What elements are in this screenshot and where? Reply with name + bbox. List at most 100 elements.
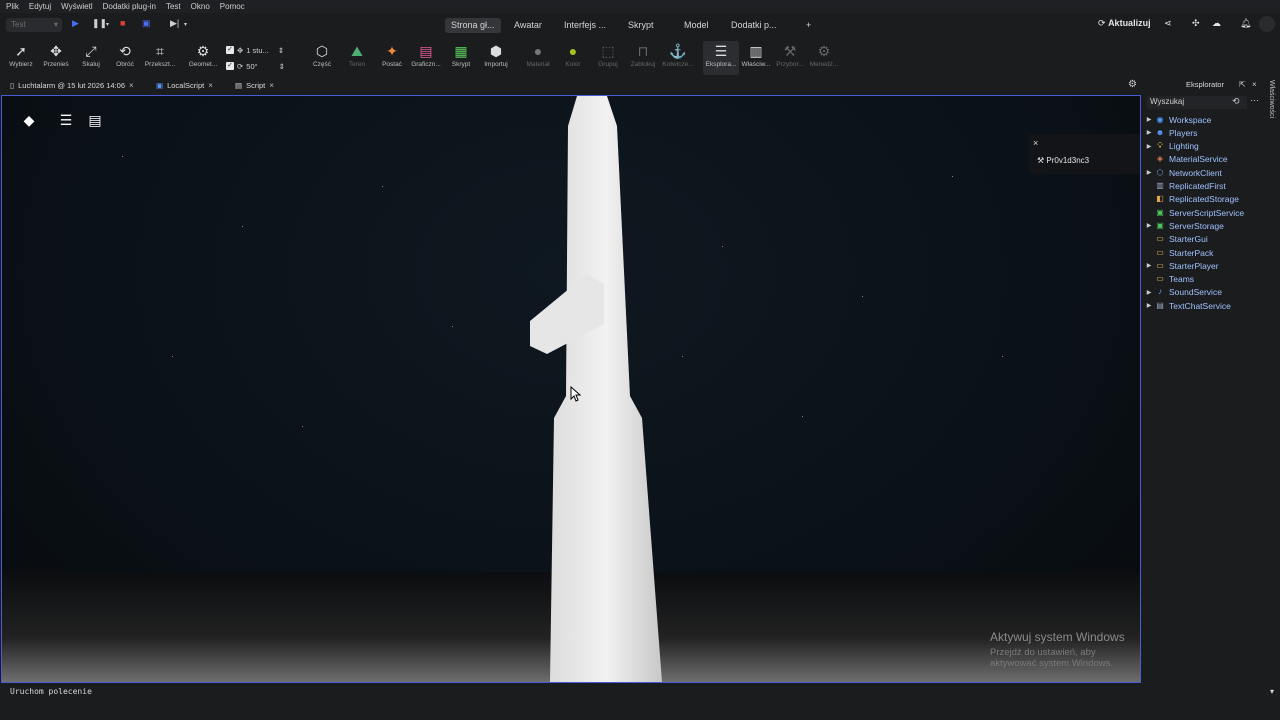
- collaborate-icon[interactable]: ✣: [1192, 18, 1200, 29]
- import-button[interactable]: ⬢ Importuj: [478, 41, 514, 75]
- close-icon[interactable]: ×: [269, 81, 274, 90]
- explorer-item[interactable]: ▶ 💡︎ Lighting: [1144, 140, 1266, 153]
- explorer-item[interactable]: ▭ StarterGui: [1144, 233, 1266, 246]
- menu-view[interactable]: Wyświetl: [61, 2, 92, 11]
- chevron-right-icon[interactable]: ▶: [1144, 143, 1154, 150]
- pause-icon[interactable]: ❚❚: [92, 18, 107, 29]
- snap-rotate-setting[interactable]: ✓ ⟳ 50° ⇕: [226, 60, 285, 72]
- menu-test[interactable]: Test: [166, 2, 181, 11]
- explorer-item[interactable]: ▶ ♪ SoundService: [1144, 286, 1266, 299]
- stop-icon[interactable]: ■: [120, 18, 125, 28]
- transform-icon: ⌗: [156, 43, 164, 59]
- command-bar[interactable]: Uruchom polecenie ▾: [0, 684, 1280, 698]
- asset-manager-button[interactable]: ⚙ Menedż...: [806, 41, 842, 75]
- step-icon[interactable]: ▶|: [170, 18, 179, 29]
- chevron-down-icon[interactable]: ▾: [184, 21, 187, 28]
- explorer-item[interactable]: ▭ Teams: [1144, 273, 1266, 286]
- tab-model[interactable]: Model: [678, 18, 715, 33]
- chevron-right-icon[interactable]: ▶: [1144, 222, 1154, 229]
- explorer-item[interactable]: ▶ ⬡ NetworkClient: [1144, 166, 1266, 179]
- chevron-right-icon[interactable]: ▶: [1144, 289, 1154, 296]
- chat-icon[interactable]: ▤: [84, 110, 106, 130]
- chevron-right-icon[interactable]: ▶: [1144, 169, 1154, 176]
- snap-move-setting[interactable]: ✓ ✥ 1 stu... ⇕: [226, 44, 284, 56]
- explorer-item[interactable]: ▶ ☻ Players: [1144, 126, 1266, 139]
- menu-help[interactable]: Pomoc: [220, 2, 245, 11]
- lock-button[interactable]: ⊓ Zablokuj: [625, 41, 661, 75]
- explorer-item[interactable]: ▶ ▤ TextChatService: [1144, 299, 1266, 312]
- tab-plugins[interactable]: Dodatki p...: [725, 18, 783, 33]
- close-icon[interactable]: ×: [1252, 78, 1257, 92]
- more-icon[interactable]: ⋯: [1250, 95, 1259, 106]
- explorer-item[interactable]: ▥ ReplicatedFirst: [1144, 180, 1266, 193]
- chevron-down-icon[interactable]: ▾: [1270, 687, 1274, 696]
- chevron-right-icon[interactable]: ▶: [1144, 129, 1154, 136]
- snap-move-checkbox[interactable]: ✓: [226, 46, 234, 54]
- scale-tool-button[interactable]: ⤢ Skaluj: [73, 41, 109, 75]
- tab-ui[interactable]: Interfejs ...: [558, 18, 612, 33]
- run-mode-select[interactable]: Test ▾: [6, 18, 62, 32]
- resume-icon[interactable]: ▣: [142, 18, 151, 29]
- material-button[interactable]: ● Materiał: [520, 41, 556, 75]
- tab-home[interactable]: Strona gł...: [445, 18, 501, 33]
- explorer-item[interactable]: ▭ StarterPack: [1144, 246, 1266, 259]
- menu-file[interactable]: Plik: [6, 2, 19, 11]
- explorer-item[interactable]: ▣ ServerScriptService: [1144, 206, 1266, 219]
- anchor-button[interactable]: ⚓ Kotwicze...: [660, 41, 696, 75]
- roblox-logo-icon[interactable]: ◆: [18, 110, 40, 130]
- explorer-toggle-button[interactable]: ☰ Eksplora...: [703, 41, 739, 75]
- rotate-tool-button[interactable]: ⟲ Obróć: [107, 41, 143, 75]
- toolbox-button[interactable]: ⚒ Przybor...: [772, 41, 808, 75]
- doc-tab-script[interactable]: ▤ Script ×: [231, 78, 278, 93]
- bell-icon[interactable]: 🔔︎: [1240, 18, 1251, 29]
- chevron-down-icon[interactable]: ▾: [106, 21, 109, 28]
- avatar[interactable]: [1259, 16, 1275, 32]
- chevron-right-icon[interactable]: ▶: [1144, 302, 1154, 309]
- group-button[interactable]: ⬚ Grupuj: [590, 41, 626, 75]
- close-icon[interactable]: ×: [1033, 138, 1038, 148]
- explorer-item[interactable]: ▶ ◉ Workspace: [1144, 113, 1266, 126]
- color-button[interactable]: ● Kolor: [555, 41, 591, 75]
- menu-plugins[interactable]: Dodatki plug-in: [103, 2, 156, 11]
- select-tool-button[interactable]: ➚ Wybierz: [3, 41, 39, 75]
- properties-side-tab[interactable]: Właściwości: [1266, 78, 1280, 684]
- close-icon[interactable]: ×: [129, 81, 134, 90]
- part-button[interactable]: ⬡ Część: [304, 41, 340, 75]
- history-icon[interactable]: ⟲: [1232, 96, 1240, 107]
- explorer-item[interactable]: ◧ ReplicatedStorage: [1144, 193, 1266, 206]
- menu-edit[interactable]: Edytuj: [29, 2, 51, 11]
- stepper-icon[interactable]: ⇕: [278, 46, 284, 55]
- stepper-icon[interactable]: ⇕: [279, 62, 285, 71]
- doc-tab-localscript[interactable]: ▣ LocalScript ×: [152, 78, 217, 93]
- geometry-tool-button[interactable]: ⚙ Geomet...: [185, 41, 221, 75]
- command-input[interactable]: Uruchom polecenie: [10, 687, 92, 696]
- doc-tab-place[interactable]: ▯ Luchtalarm @ 15 lut 2026 14:06 ×: [6, 78, 138, 93]
- properties-toggle-button[interactable]: ▥ Właściw...: [738, 41, 774, 75]
- update-button[interactable]: ⟳ Aktualizuj: [1098, 18, 1151, 29]
- add-tab-button[interactable]: +: [800, 18, 817, 33]
- close-icon[interactable]: ×: [208, 81, 213, 90]
- character-button[interactable]: ✦ Postać: [374, 41, 410, 75]
- popout-icon[interactable]: ⇱: [1239, 78, 1246, 92]
- explorer-item[interactable]: ▶ ▣ ServerStorage: [1144, 219, 1266, 232]
- chevron-right-icon[interactable]: ▶: [1144, 116, 1154, 123]
- menu-window[interactable]: Okno: [191, 2, 210, 11]
- tab-avatar[interactable]: Awatar: [508, 18, 548, 33]
- tab-script[interactable]: Skrypt: [622, 18, 660, 33]
- chevron-right-icon[interactable]: ▶: [1144, 262, 1154, 269]
- 3d-viewport[interactable]: ◆ ☰ ▤ × ⚒ Pr0v1d3nc3 Aktywuj system Wind…: [1, 95, 1141, 683]
- play-icon[interactable]: ▶: [72, 18, 79, 29]
- move-tool-button[interactable]: ✥ Przenieś: [38, 41, 74, 75]
- gear-icon[interactable]: ⚙: [1128, 79, 1137, 90]
- script-button[interactable]: ▦ Skrypt: [443, 41, 479, 75]
- explorer-item[interactable]: ◈ MaterialService: [1144, 153, 1266, 166]
- cloud-icon[interactable]: ☁: [1212, 18, 1221, 29]
- explorer-item[interactable]: ▶ ▭ StarterPlayer: [1144, 259, 1266, 272]
- snap-rotate-checkbox[interactable]: ✓: [226, 62, 234, 70]
- transform-tool-button[interactable]: ⌗ Przekszt...: [142, 41, 178, 75]
- menu-icon[interactable]: ☰: [55, 110, 77, 130]
- gui-button[interactable]: ▤ Graficzn...: [408, 41, 444, 75]
- terrain-button[interactable]: ⛰ Teren: [339, 41, 375, 75]
- scale-tool-label: Skaluj: [82, 61, 100, 68]
- share-icon[interactable]: ⋖: [1164, 18, 1172, 29]
